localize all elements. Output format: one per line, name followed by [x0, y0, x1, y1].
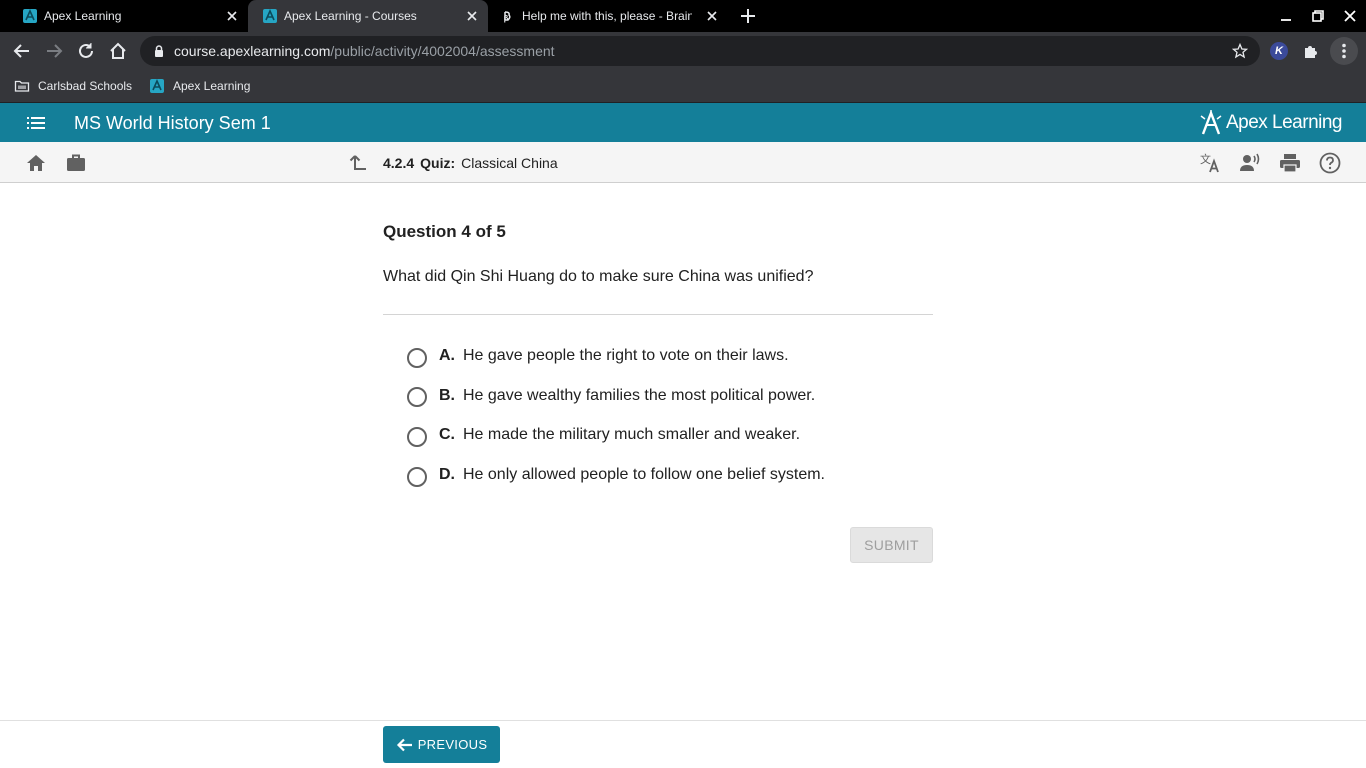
- apex-favicon-icon: [262, 8, 278, 24]
- reload-icon[interactable]: [76, 41, 96, 61]
- radio-button[interactable]: [407, 347, 427, 368]
- bookmark-label: Carlsbad Schools: [38, 79, 133, 93]
- address-bar[interactable]: course.apexlearning.com/public/activity/…: [140, 36, 1260, 66]
- answer-option-d[interactable]: D. He only allowed people to follow one …: [407, 465, 825, 487]
- activity-toolbar: 4.2.4 Quiz: Classical China 文: [0, 142, 1366, 183]
- bookmark-carlsbad-schools[interactable]: Carlsbad Schools: [14, 77, 132, 95]
- course-header: MS World History Sem 1 Apex Learning: [0, 103, 1366, 142]
- bookmark-apex-learning[interactable]: Apex Learning: [149, 77, 250, 95]
- option-letter: A.: [439, 347, 455, 364]
- radio-button[interactable]: [407, 466, 427, 487]
- browser-tab-strip: Apex Learning Apex Learning - Courses ᵦ …: [0, 0, 1366, 32]
- question-heading: Question 4 of 5: [383, 222, 506, 241]
- answer-option-c[interactable]: C. He made the military much smaller and…: [407, 425, 825, 447]
- close-tab-icon[interactable]: [704, 8, 720, 24]
- arrow-left-icon: [396, 736, 414, 754]
- activity-type: Quiz:: [420, 155, 456, 171]
- bookmark-star-icon[interactable]: [1232, 43, 1248, 59]
- help-icon[interactable]: [1319, 152, 1341, 174]
- back-arrow-icon[interactable]: [12, 41, 32, 61]
- option-text: He made the military much smaller and we…: [463, 426, 801, 444]
- url-host: course.apexlearning.com: [174, 43, 331, 59]
- lock-icon: [152, 44, 166, 58]
- apex-favicon-icon: [22, 8, 38, 24]
- forward-arrow-icon[interactable]: [44, 41, 64, 61]
- print-icon[interactable]: [1279, 152, 1301, 174]
- previous-label: PREVIOUS: [417, 737, 488, 752]
- option-letter: B.: [439, 386, 455, 404]
- radio-button[interactable]: [407, 426, 427, 447]
- answer-options: A. He gave people the right to vote on t…: [407, 346, 825, 505]
- answer-option-a[interactable]: A. He gave people the right to vote on t…: [407, 346, 825, 368]
- answer-option-b[interactable]: B. He gave wealthy families the most pol…: [407, 386, 825, 408]
- option-text: He gave people the right to vote on thei…: [463, 347, 789, 364]
- translate-icon[interactable]: 文: [1199, 152, 1221, 174]
- option-text: He only allowed people to follow one bel…: [463, 466, 825, 484]
- apex-logo-mark-icon: [1200, 110, 1222, 136]
- browser-menu-button[interactable]: [1330, 37, 1358, 65]
- question-text: What did Qin Shi Huang do to make sure C…: [383, 268, 814, 285]
- menu-list-icon[interactable]: [26, 113, 46, 133]
- browser-tab-apex-courses[interactable]: Apex Learning - Courses: [248, 0, 488, 32]
- close-tab-icon[interactable]: [224, 8, 240, 24]
- url-path: /public/activity/4002004/assessment: [330, 43, 555, 59]
- tab-title: Apex Learning: [44, 9, 122, 23]
- restore-icon[interactable]: [1310, 8, 1326, 24]
- question-panel: Question 4 of 5 What did Qin Shi Huang d…: [383, 222, 933, 487]
- brainly-favicon-icon: ᵦ: [500, 8, 516, 24]
- navigation-footer: PREVIOUS: [0, 720, 1366, 768]
- activity-title: Classical China: [461, 155, 558, 171]
- bookmark-label: Apex Learning: [173, 79, 251, 93]
- bookmarks-bar: Carlsbad Schools Apex Learning: [0, 70, 1366, 103]
- home-icon[interactable]: [108, 41, 128, 61]
- puzzle-extensions-icon[interactable]: [1302, 42, 1320, 60]
- vertical-dots-icon: [1334, 41, 1354, 61]
- option-letter: D.: [439, 466, 455, 484]
- browser-tab-apex-learning[interactable]: Apex Learning: [8, 0, 248, 32]
- url-text: course.apexlearning.com/public/activity/…: [174, 43, 555, 59]
- logo-text: Apex Learning: [1225, 112, 1343, 133]
- new-tab-icon[interactable]: [738, 6, 758, 26]
- option-letter: C.: [439, 426, 455, 444]
- apex-learning-logo: Apex Learning: [1200, 109, 1343, 137]
- course-title: MS World History Sem 1: [74, 113, 271, 133]
- folder-icon: [14, 78, 30, 94]
- text-to-speech-icon[interactable]: [1239, 152, 1261, 174]
- activity-breadcrumb: 4.2.4 Quiz: Classical China: [383, 155, 558, 171]
- previous-button[interactable]: PREVIOUS: [383, 726, 500, 763]
- tab-title: Help me with this, please - Brainly: [522, 9, 692, 23]
- submit-button[interactable]: SUBMIT: [850, 527, 933, 563]
- k-extension-icon[interactable]: K: [1270, 42, 1288, 60]
- option-text: He gave wealthy families the most politi…: [463, 386, 816, 404]
- tab-title: Apex Learning - Courses: [284, 9, 417, 23]
- question-divider: [383, 314, 933, 315]
- activity-number: 4.2.4: [383, 155, 415, 171]
- close-window-icon[interactable]: [1342, 8, 1358, 24]
- browser-tab-brainly[interactable]: ᵦ Help me with this, please - Brainly: [488, 0, 728, 32]
- radio-button[interactable]: [407, 387, 427, 408]
- minimize-icon[interactable]: [1278, 8, 1294, 24]
- browser-toolbar: course.apexlearning.com/public/activity/…: [0, 32, 1366, 70]
- apex-favicon-icon: [149, 78, 165, 94]
- briefcase-icon[interactable]: [65, 152, 87, 174]
- up-level-arrow-icon[interactable]: [347, 152, 369, 174]
- close-tab-icon[interactable]: [464, 8, 480, 24]
- home-icon[interactable]: [25, 152, 47, 174]
- svg-text:文: 文: [1200, 152, 1211, 166]
